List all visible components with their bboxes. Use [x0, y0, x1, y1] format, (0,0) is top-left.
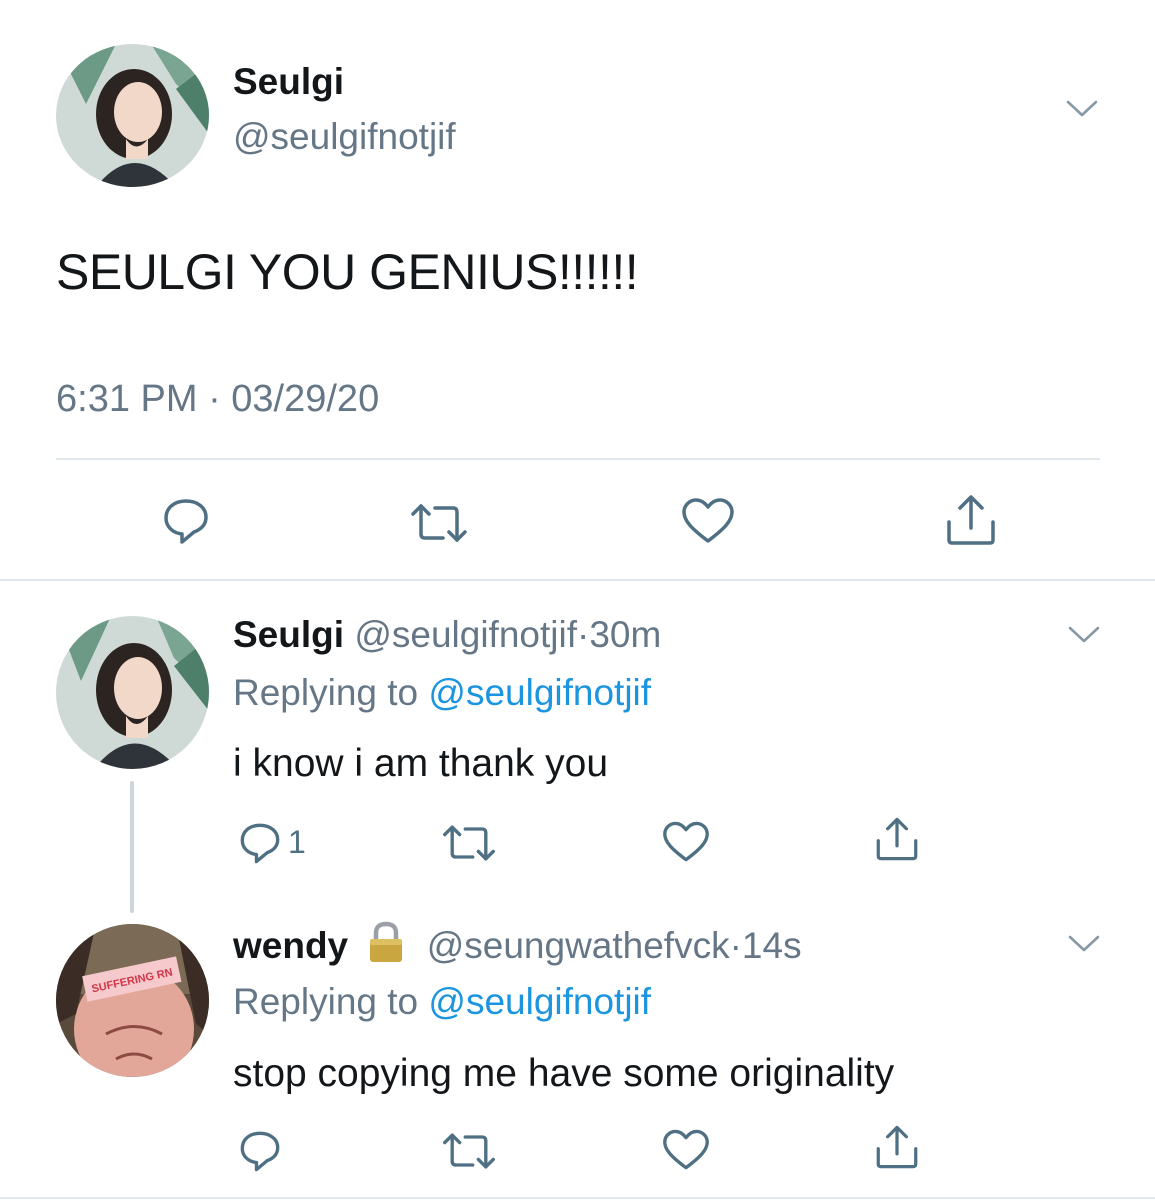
main-avatar[interactable]: [56, 44, 209, 187]
reply1-sep: ·: [576, 614, 590, 655]
reply2-like-icon[interactable]: [661, 1127, 711, 1173]
reply2-text: stop copying me have some originality: [233, 1052, 895, 1095]
reply1-reply-count: 1: [288, 824, 306, 860]
reply1-text: i know i am thank you: [233, 742, 609, 785]
reply2-time[interactable]: 14s: [742, 925, 802, 966]
reply2-replying: Replying to @seulgifnotjif: [233, 979, 651, 1025]
main-display-name[interactable]: Seulgi: [233, 60, 344, 104]
reply2-chevron-down-icon[interactable]: [1066, 931, 1102, 955]
reply2-retweet-icon[interactable]: [441, 1129, 497, 1173]
reply2-share-icon[interactable]: [874, 1123, 920, 1171]
main-handle[interactable]: @seulgifnotjif: [233, 115, 456, 159]
section-divider: [0, 579, 1155, 581]
reply2-header: wendy @seungwathefvck·14s: [233, 920, 802, 976]
reply-icon[interactable]: [160, 495, 212, 547]
share-icon[interactable]: [944, 492, 998, 548]
reply1-header: Seulgi @seulgifnotjif·30m: [233, 612, 661, 658]
lock-icon: [366, 920, 406, 976]
reply2-avatar[interactable]: SUFFERING RN: [56, 924, 209, 1077]
reply1-chevron-down-icon[interactable]: [1066, 622, 1102, 646]
reply1-share-icon[interactable]: [874, 815, 920, 863]
reply2-replying-label: Replying to: [233, 981, 419, 1022]
retweet-icon[interactable]: [409, 500, 469, 546]
reply2-handle[interactable]: @seungwathefvck: [427, 925, 730, 966]
thread-line: [130, 781, 134, 913]
main-timestamp[interactable]: 6:31 PM · 03/29/20: [56, 376, 379, 422]
main-chevron-down-icon[interactable]: [1064, 96, 1100, 120]
reply1-replying-to-link[interactable]: @seulgifnotjif: [428, 672, 651, 713]
reply1-display-name[interactable]: Seulgi: [233, 614, 344, 655]
reply1-time[interactable]: 30m: [589, 614, 661, 655]
reply1-avatar[interactable]: [56, 616, 209, 769]
main-divider: [56, 458, 1100, 460]
reply1-reply-icon[interactable]: [237, 820, 283, 866]
bottom-divider: [0, 1197, 1155, 1199]
reply1-like-icon[interactable]: [661, 819, 711, 865]
reply1-replying-label: Replying to: [233, 672, 419, 713]
reply2-sep: ·: [729, 925, 742, 966]
reply2-reply-icon[interactable]: [237, 1128, 283, 1174]
like-icon[interactable]: [680, 495, 736, 547]
reply1-retweet-icon[interactable]: [441, 821, 497, 865]
reply2-display-name[interactable]: wendy: [233, 925, 348, 966]
reply1-handle[interactable]: @seulgifnotjif: [354, 614, 577, 655]
reply2-replying-to-link[interactable]: @seulgifnotjif: [428, 981, 651, 1022]
main-tweet-text: SEULGI YOU GENIUS!!!!!!: [56, 244, 639, 300]
reply1-replying: Replying to @seulgifnotjif: [233, 670, 651, 716]
